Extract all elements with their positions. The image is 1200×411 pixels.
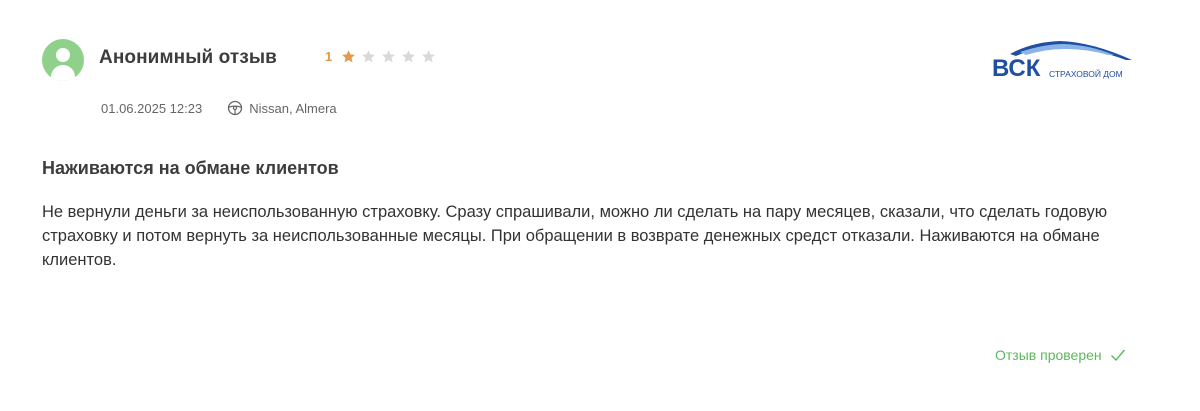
review-title: Наживаются на обмане клиентов [42,158,339,178]
star-filled-icon [342,50,356,63]
check-icon [1110,349,1125,362]
review-car: Nissan, Almera [227,100,337,116]
rating: 1 [325,49,436,64]
star-empty-icon [422,50,436,63]
verified-status: Отзыв проверен [995,347,1126,363]
avatar [42,39,84,81]
review-text: Не вернули деньги за неиспользованную ст… [42,203,1108,269]
avatar-body [51,65,75,81]
review-meta: 01.06.2025 12:23 Nissan, Almera [101,100,337,116]
review-card: Анонимный отзыв 1 01.06.2025 12:23 Nissa… [0,0,1200,411]
verified-label: Отзыв проверен [995,347,1102,363]
company-logo: ВСК СТРАХОВОЙ ДОМ [992,41,1132,82]
logo-text: ВСК [992,55,1041,82]
steering-wheel-icon [228,100,243,116]
logo-subtext: СТРАХОВОЙ ДОМ [1049,68,1123,79]
review-date: 01.06.2025 12:23 [101,100,203,116]
avatar-head [56,48,70,62]
rating-stars [341,49,436,64]
star-empty-icon [402,50,416,63]
star-empty-icon [382,50,396,63]
author-name: Анонимный отзыв [99,47,277,68]
star-empty-icon [362,50,376,63]
car-label: Nissan, Almera [249,100,337,116]
rating-value: 1 [325,49,333,64]
